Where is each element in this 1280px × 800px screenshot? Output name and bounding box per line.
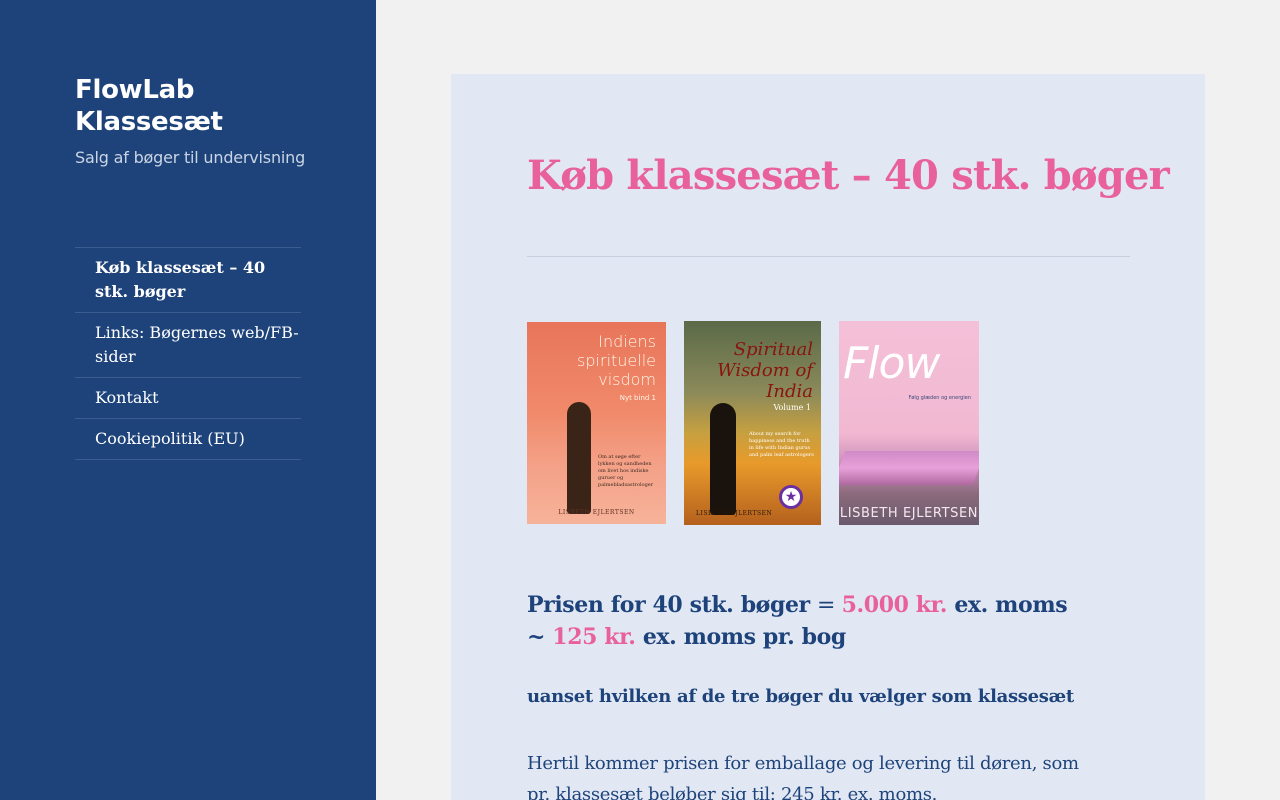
delivery-paragraph: Hertil kommer prisen for emballage og le… <box>527 753 1079 800</box>
price-per-book-line: ~ 125 kr. ex. moms pr. bog <box>527 621 846 653</box>
figure-silhouette <box>710 403 736 515</box>
nav-item-buy-class-set[interactable]: Køb klassesæt – 40 stk. bøger <box>75 248 301 313</box>
book-cover-subtitle: Følg glæden og energien <box>908 395 972 401</box>
price-total-line: Prisen for 40 stk. bøger = 5.000 kr. ex.… <box>527 589 1068 622</box>
book-cover-subtitle: Volume 1 <box>773 403 811 412</box>
price-total-label: Prisen for 40 stk. bøger <box>527 592 817 618</box>
content-card: Køb klassesæt – 40 stk. bøger Indiens sp… <box>451 74 1205 800</box>
title-divider <box>527 256 1130 257</box>
book-cover-author: LISBETH EJLERTSEN <box>696 510 773 517</box>
nav-item-links[interactable]: Links: Bøgernes web/FB-sider <box>75 313 301 378</box>
book-cover-spiritual-wisdom-of-india[interactable]: Spiritual Wisdom of India Volume 1 About… <box>684 321 821 525</box>
book-cover-blurb: About my search for happiness and the tr… <box>749 431 814 458</box>
book-cover-title: Flow <box>843 338 940 389</box>
book-cover-author: LISBETH EJLERTSEN <box>558 509 635 516</box>
main-navigation: Køb klassesæt – 40 stk. bøger Links: Bøg… <box>75 247 301 460</box>
nav-item-contact[interactable]: Kontakt <box>75 378 301 419</box>
site-tagline: Salg af bøger til undervisning <box>75 148 306 167</box>
book-cover-subtitle: Nyt bind 1 <box>619 394 656 402</box>
sidebar: FlowLab Klassesæt Salg af bøger til unde… <box>0 0 376 800</box>
book-cover-indiens-spirituelle-visdom[interactable]: Indiens spirituelle visdom Nyt bind 1 Om… <box>527 322 666 524</box>
price-per-book-value: 125 kr. <box>552 624 636 650</box>
nav-item-cookie-policy[interactable]: Cookiepolitik (EU) <box>75 419 301 460</box>
book-choice-note: uanset hvilken af de tre bøger du vælger… <box>527 686 1074 707</box>
price-approx: ~ <box>527 624 553 650</box>
price-equals: = <box>817 593 842 618</box>
book-cover-title: Indiens spirituelle visdom <box>577 332 656 389</box>
book-cover-blurb: Om at søge efter lykken og sandheden om … <box>598 454 654 488</box>
price-per-book-suffix: ex. moms pr. bog <box>635 624 846 650</box>
site-title-link[interactable]: FlowLab Klassesæt <box>75 74 315 138</box>
river-landscape <box>839 451 979 485</box>
star-badge-icon: ★ <box>779 485 803 509</box>
book-cover-title: Spiritual Wisdom of India <box>717 339 813 402</box>
price-total-suffix: ex. moms <box>947 592 1068 618</box>
book-cover-author: LISBETH EJLERTSEN <box>839 506 979 521</box>
figure-silhouette <box>567 402 591 514</box>
page-title: Køb klassesæt – 40 stk. bøger <box>527 152 1170 199</box>
price-total-value: 5.000 kr. <box>841 592 948 618</box>
book-cover-flow[interactable]: Flow Følg glæden og energien LISBETH EJL… <box>839 321 979 525</box>
